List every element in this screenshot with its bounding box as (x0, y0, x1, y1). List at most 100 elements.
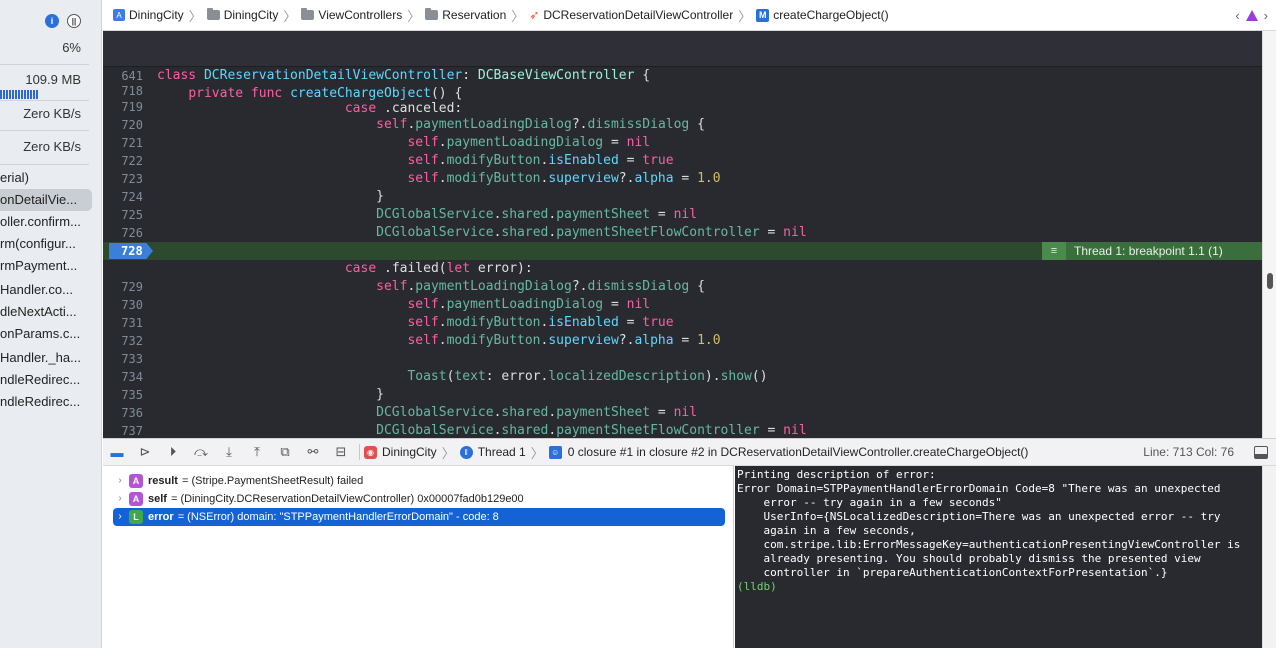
console-line: again in a few seconds, (737, 524, 916, 537)
code-row[interactable]: 723 } (103, 152, 1262, 204)
stack-frame[interactable]: rm(configur... (0, 233, 92, 255)
stack-frame[interactable]: oller.confirm... (0, 211, 92, 233)
argument-icon: A (129, 492, 143, 506)
chevron-right-icon: 〉 (188, 8, 202, 24)
stack-frame[interactable]: ndleRedirec... (0, 391, 92, 413)
stack-frame[interactable]: Handler._ha... (0, 347, 92, 369)
network-gauge[interactable]: Zero KB/s (23, 139, 81, 154)
variable-value: = (DiningCity.DCReservationDetailViewCon… (170, 493, 524, 505)
console-line: UserInfo={NSLocalizedDescription=There w… (737, 510, 1221, 523)
code-row[interactable]: 725 DCGlobalService.shared.paymentSheetF… (103, 188, 1262, 240)
code-row[interactable]: 726 (103, 206, 1262, 240)
memory-gauge[interactable]: 109.9 MB (25, 72, 81, 87)
stack-frame[interactable]: dleNextActi... (0, 301, 92, 323)
breadcrumb-group[interactable]: Reservation (425, 8, 506, 22)
console-scrollbar[interactable] (1262, 466, 1276, 648)
code-row[interactable]: 735 DCGlobalService.shared.paymentSheet … (103, 368, 1262, 420)
variable-value: = (NSError) domain: "STPPaymentHandlerEr… (177, 511, 499, 523)
code-row[interactable]: 720 self.paymentLoadingDialog = nil (103, 98, 1262, 150)
environment-overrides-icon[interactable]: ⊟ (327, 438, 355, 466)
code-row[interactable]: 736 DCGlobalService.shared.paymentSheetF… (103, 386, 1262, 438)
chevron-right-icon[interactable]: › (1264, 8, 1268, 23)
stack-frame[interactable]: rmPayment... (0, 255, 92, 277)
code-editor[interactable]: 16 class DCReservationDetailViewControll… (103, 31, 1262, 438)
folder-icon (425, 8, 439, 20)
code-row[interactable]: 721 self.modifyButton.isEnabled = true (103, 116, 1262, 168)
code-row[interactable]: 729 self.paymentLoadingDialog = nil (103, 260, 1262, 312)
stack-frame-selected[interactable]: onDetailVie... (0, 189, 92, 211)
debug-breadcrumb-thread[interactable]: ‖ Thread 1 (459, 445, 526, 459)
cpu-gauge[interactable]: 6% (62, 40, 81, 55)
menu-icon[interactable]: ≡ (1042, 242, 1066, 260)
memory-graph-icon[interactable]: ⚯ (299, 438, 327, 466)
debug-breadcrumb-frame[interactable]: ☺ 0 closure #1 in closure #2 in DCReserv… (548, 445, 1028, 459)
breadcrumb-group[interactable]: ViewControllers (301, 8, 402, 22)
breadcrumb-method[interactable]: M createChargeObject() (756, 8, 889, 22)
breadcrumb-group[interactable]: DiningCity (206, 8, 278, 22)
chevron-right-icon: 〉 (738, 8, 752, 24)
thread-banner[interactable]: ≡ Thread 1: breakpoint 1.1 (1) (1042, 242, 1262, 260)
code-row[interactable]: 730 self.modifyButton.isEnabled = true (103, 278, 1262, 330)
editor-scrollbar[interactable] (1262, 31, 1276, 438)
variable-row-selected[interactable]: › L error = (NSError) domain: "STPPaymen… (113, 508, 725, 526)
stack-frame[interactable]: erial) (0, 167, 92, 189)
code-row[interactable]: 738 } (103, 422, 1262, 438)
chevron-right-icon: 〉 (511, 8, 525, 24)
code-row[interactable]: 719 self.paymentLoadingDialog?.dismissDi… (103, 80, 1262, 132)
step-into-icon[interactable]: ⤓ (215, 438, 243, 466)
disclosure-triangle-icon[interactable]: › (113, 490, 127, 508)
swift-file-icon: ➶ (529, 8, 540, 22)
chevron-right-icon: 〉 (407, 8, 421, 24)
breakpoint-marker[interactable]: 728 (109, 243, 153, 259)
step-out-icon[interactable]: ⤒ (243, 438, 271, 466)
console-prompt[interactable]: (lldb) (737, 580, 1262, 594)
code-row[interactable]: 734 } (103, 350, 1262, 402)
pause-icon[interactable]: || (67, 14, 81, 28)
stack-frame[interactable]: Handler.co... (0, 279, 92, 301)
thread-icon: ‖ (459, 445, 473, 459)
sticky-header-class[interactable]: 16 class DCReservationDetailViewControll… (103, 31, 1262, 83)
variables-view[interactable]: › A result = (Stripe.PaymentSheetResult)… (103, 466, 734, 648)
chevron-left-icon[interactable]: ‹ (1235, 8, 1239, 23)
stack-frame[interactable]: ndleRedirec... (0, 369, 92, 391)
breakpoints-toggle-icon[interactable]: ⊳ (131, 438, 159, 466)
memory-bar (0, 90, 38, 99)
info-icon[interactable]: i (45, 14, 59, 28)
disk-gauge[interactable]: Zero KB/s (23, 106, 81, 121)
code-row-current[interactable]: 728 self.paymentLoadingDialog?.dismissDi… (103, 242, 1262, 294)
code-row[interactable]: 731 self.modifyButton.superview?.alpha =… (103, 296, 1262, 348)
chevron-right-icon: 〉 (283, 8, 297, 24)
chevron-right-icon: 〉 (530, 445, 544, 461)
breadcrumb-file[interactable]: ➶ DCReservationDetailViewController (529, 8, 733, 22)
code-row[interactable]: 732 (103, 314, 1262, 348)
code-row[interactable]: 727 case .failed(let error): (103, 224, 1262, 276)
code-row[interactable]: 733 Toast(text: error.localizedDescripti… (103, 332, 1262, 384)
variable-row[interactable]: › A result = (Stripe.PaymentSheetResult)… (113, 472, 725, 490)
breadcrumb-project[interactable]: A DiningCity (113, 8, 184, 22)
variable-row[interactable]: › A self = (DiningCity.DCReservationDeta… (113, 490, 725, 508)
folder-icon (301, 8, 315, 20)
panel-toggle-icon[interactable] (1254, 446, 1268, 459)
debug-breadcrumb-app[interactable]: ◉ DiningCity (364, 445, 437, 459)
step-over-icon[interactable]: ⤼ (187, 438, 215, 466)
stack-frame[interactable]: onParams.c... (0, 323, 92, 345)
code-row[interactable]: 722 self.modifyButton.superview?.alpha =… (103, 134, 1262, 186)
view-hierarchy-icon[interactable]: ⧉ (271, 438, 299, 466)
lldb-console[interactable]: Printing description of error: Error Dom… (735, 466, 1262, 648)
local-variable-icon: L (129, 510, 143, 524)
console-line: Error Domain=STPPaymentHandlerErrorDomai… (737, 482, 1221, 495)
scroll-thumb[interactable] (1267, 273, 1273, 289)
jump-bar-controls: ‹ › (1235, 8, 1268, 23)
code-row[interactable]: 724 DCGlobalService.shared.paymentSheet … (103, 170, 1262, 222)
method-icon: M (756, 8, 770, 22)
chevron-right-icon: 〉 (441, 445, 455, 461)
argument-icon: A (129, 474, 143, 488)
warning-icon[interactable] (1245, 10, 1258, 21)
disclosure-triangle-icon[interactable]: › (113, 508, 127, 526)
code-row[interactable]: 737 } (103, 404, 1262, 438)
divider (359, 444, 360, 460)
toggle-debug-area-icon[interactable]: ▬ (103, 438, 131, 466)
disclosure-triangle-icon[interactable]: › (113, 472, 127, 490)
continue-icon[interactable]: ⏵ (159, 438, 187, 466)
user-frame-icon: ☺ (548, 445, 562, 459)
